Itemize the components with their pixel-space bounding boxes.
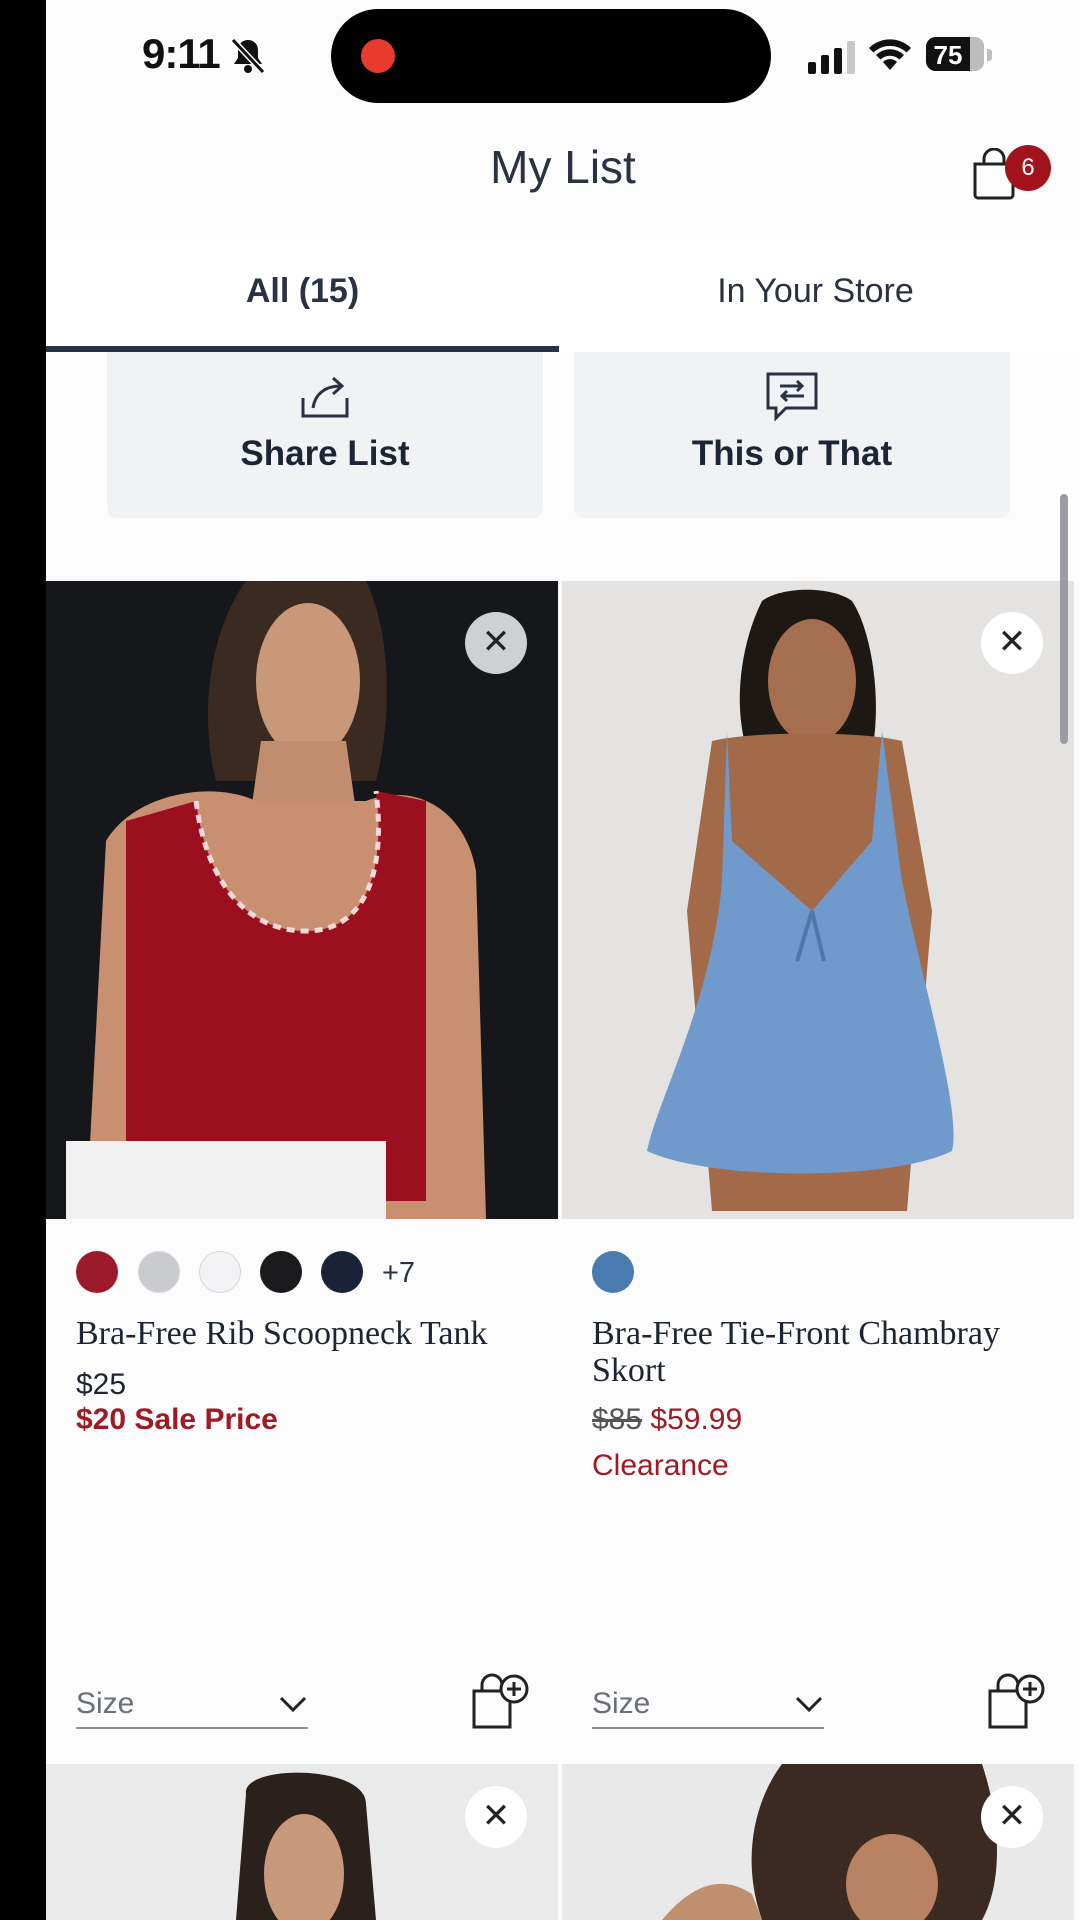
this-or-that-button[interactable]: This or That	[574, 352, 1010, 518]
size-select[interactable]: Size	[592, 1681, 824, 1729]
product-image[interactable]: ✕	[46, 581, 558, 1219]
color-swatch[interactable]	[76, 1251, 118, 1293]
compare-chat-icon	[766, 372, 818, 422]
more-colors-count[interactable]: +7	[382, 1257, 415, 1290]
share-list-label: Share List	[240, 434, 410, 473]
page-title: My List	[490, 141, 636, 193]
color-swatch[interactable]	[138, 1251, 180, 1293]
battery-icon: 75	[926, 37, 984, 71]
battery-percentage: 75	[933, 40, 963, 70]
status-time: 9:11	[142, 30, 221, 77]
product-image[interactable]: ✕	[562, 1764, 1074, 1920]
scrollbar[interactable]	[1060, 494, 1068, 744]
cellular-signal-icon	[808, 41, 855, 74]
product-card: ✕ Bra-Free Tie-Front Chambray Skort $85 …	[562, 581, 1074, 1781]
product-image[interactable]: ✕	[562, 581, 1074, 1219]
tab-all[interactable]: All (15)	[46, 240, 559, 352]
color-swatch[interactable]	[321, 1251, 363, 1293]
list-tabs: All (15) In Your Store	[46, 240, 1080, 352]
clearance-label: Clearance	[592, 1449, 729, 1482]
status-bar: 9:11 75	[46, 0, 1080, 110]
product-card: ✕	[562, 1764, 1074, 1920]
battery-cap	[987, 49, 992, 61]
regular-price: $25	[76, 1368, 127, 1401]
add-to-bag-icon[interactable]	[986, 1671, 1048, 1733]
tab-in-your-store[interactable]: In Your Store	[559, 240, 1072, 352]
clearance-price: $59.99	[650, 1403, 743, 1436]
size-select[interactable]: Size	[76, 1681, 308, 1729]
wifi-icon	[869, 39, 911, 70]
product-card: ✕ +7 Bra-Free Rib Scoopneck Tank $25 $20…	[46, 581, 558, 1781]
size-placeholder: Size	[592, 1687, 651, 1720]
cart-count-badge: 6	[1005, 145, 1051, 191]
original-price: $85	[592, 1403, 643, 1436]
this-or-that-label: This or That	[691, 434, 893, 473]
color-swatch[interactable]	[199, 1251, 241, 1293]
color-swatch[interactable]	[260, 1251, 302, 1293]
app-screen: 9:11 75 My List 6 All (15) In Your Store…	[46, 0, 1080, 1920]
remove-item-button[interactable]: ✕	[981, 612, 1043, 674]
recording-indicator-icon	[361, 39, 395, 73]
add-to-bag-icon[interactable]	[470, 1671, 532, 1733]
price-group: $85 $59.99	[592, 1403, 742, 1437]
remove-item-button[interactable]: ✕	[981, 1786, 1043, 1848]
share-icon	[301, 376, 349, 418]
chevron-down-icon	[279, 1696, 307, 1713]
dynamic-island	[331, 9, 771, 103]
bell-muted-icon	[230, 37, 266, 75]
product-image[interactable]: ✕	[46, 1764, 558, 1920]
share-list-button[interactable]: Share List	[107, 352, 543, 518]
color-swatch[interactable]	[592, 1251, 634, 1293]
size-placeholder: Size	[76, 1687, 135, 1720]
product-name[interactable]: Bra-Free Tie-Front Chambray Skort	[592, 1315, 1062, 1389]
product-card: ✕	[46, 1764, 558, 1920]
chevron-down-icon	[795, 1696, 823, 1713]
product-name[interactable]: Bra-Free Rib Scoopneck Tank	[76, 1315, 546, 1352]
remove-item-button[interactable]: ✕	[465, 1786, 527, 1848]
sale-price: $20 Sale Price	[76, 1403, 278, 1436]
remove-item-button[interactable]: ✕	[465, 612, 527, 674]
